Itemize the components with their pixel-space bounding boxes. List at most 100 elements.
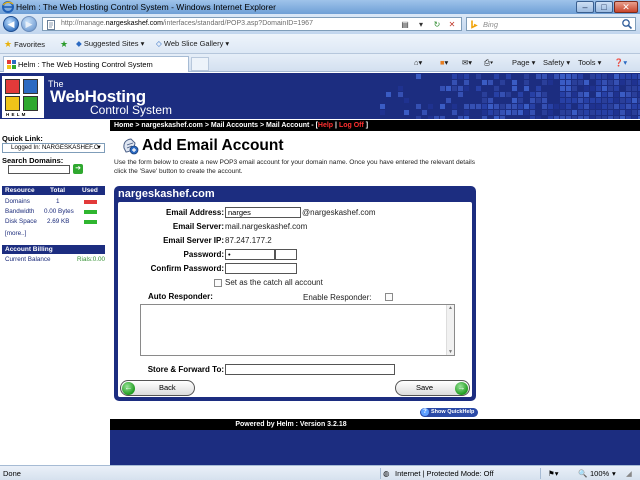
mosaic-tile [632,110,637,115]
more-link[interactable]: [more..] [5,230,26,237]
mosaic-tile [566,104,571,109]
mosaic-tile [494,92,499,97]
email-address-label: Email Address: [166,208,224,217]
mosaic-tile [494,104,499,109]
zoom-level[interactable]: 100% [590,469,609,478]
mosaic-tile [572,80,577,85]
show-quickhelp-button[interactable]: ? Show QuickHelp [420,408,479,417]
url-text: http://manage.nargeskashef.com/interface… [61,20,313,27]
form-body: Email Address: narges @nargeskashef.com … [118,202,472,397]
password-label: Password: [183,250,224,259]
resource-row-bandwidth: Bandwidth 0.00 Bytes [2,207,105,217]
search-go-button[interactable]: ➜ [73,164,83,174]
back-button[interactable]: ← Back [120,380,195,396]
mosaic-tile [422,110,427,115]
mosaic-tile [488,98,493,103]
minimize-button[interactable]: – [576,1,594,13]
ie-logo-icon [2,1,14,13]
mosaic-tile [548,74,553,79]
search-domains-label: Search Domains: [2,156,64,165]
textarea-scrollbar[interactable]: ▲ ▼ [446,305,454,355]
resource-row-domains: Domains 1 [2,197,105,207]
mosaic-tile [566,92,571,97]
search-box[interactable]: Bing [466,17,636,31]
compatibility-view-icon[interactable]: ▤ [399,19,411,30]
resize-grip-icon[interactable]: ◢ [626,469,632,478]
mosaic-tile [566,86,571,91]
logoff-link[interactable]: Log Off [339,122,364,129]
mosaic-tile [536,98,541,103]
mosaic-tile [488,80,493,85]
address-toolbar: ◀ ▶ http://manage.nargeskashef.com/inter… [0,14,640,34]
mosaic-tile [464,86,469,91]
mosaic-tile [608,110,613,115]
search-icon[interactable] [621,18,633,30]
help-link[interactable]: Help [318,122,333,129]
mosaic-tile [620,110,625,115]
account-billing-header: Account Billing [2,245,105,254]
page-menu[interactable]: Page ▾ [512,58,535,67]
back-nav-button[interactable]: ◀ [3,16,19,32]
tab-favicon-icon [7,60,16,69]
print-icon[interactable]: ⎙▾ [484,58,493,68]
suggested-sites-link[interactable]: ◆ Suggested Sites ▾ [76,39,144,48]
tools-menu[interactable]: Tools ▾ [578,58,601,67]
protected-mode-icon[interactable]: ⚑▾ [548,469,559,478]
quick-link-select[interactable]: Logged In: NARGESKASHEF.C ▼ [2,143,105,153]
mosaic-tile [512,110,517,115]
forward-nav-button[interactable]: ▶ [21,16,37,32]
confirm-password-input[interactable] [225,263,297,274]
auto-responder-textarea[interactable]: ▲ ▼ [140,304,455,356]
stop-icon[interactable]: ✕ [446,19,458,30]
mosaic-tile [614,98,619,103]
scroll-up-icon[interactable]: ▲ [448,305,453,311]
mosaic-tile [398,86,403,91]
scroll-down-icon[interactable]: ▼ [448,349,453,355]
tab-helm[interactable]: Helm : The Web Hosting Control System [3,56,189,72]
mosaic-tile [572,92,577,97]
safety-menu[interactable]: Safety ▾ [543,58,570,67]
favorites-button[interactable]: ★ Favorites [4,39,45,50]
refresh-icon[interactable]: ↻ [431,19,443,30]
mosaic-tile [530,110,535,115]
mosaic-tile [452,74,457,79]
mosaic-tile [542,80,547,85]
mosaic-tile [482,92,487,97]
dropdown-arrow-icon[interactable]: ▾ [415,19,427,30]
read-mail-icon[interactable]: ✉▾ [462,58,472,67]
mosaic-tile [524,80,529,85]
mosaic-tile [584,104,589,109]
mosaic-tile [572,86,577,91]
zoom-dropdown-icon[interactable]: ▾ [612,469,616,478]
intro-text: Use the form below to create a new POP3 … [114,159,476,175]
address-bar[interactable]: http://manage.nargeskashef.com/interface… [42,17,462,31]
banner-mosaic [380,74,640,119]
mosaic-tile [626,110,631,115]
maximize-button[interactable]: □ [595,1,613,13]
store-forward-input[interactable] [225,364,395,375]
close-window-button[interactable]: ✕ [614,1,638,13]
mosaic-tile [560,74,565,79]
resource-row-disk-space: Disk Space 2.69 KB [2,217,105,227]
confirm-password-label: Confirm Password: [150,264,224,273]
search-domains-input[interactable] [8,165,70,174]
enable-responder-checkbox[interactable] [385,293,393,301]
mosaic-tile [602,98,607,103]
web-slice-gallery-link[interactable]: ◇ Web Slice Gallery ▾ [156,39,229,48]
password-input[interactable]: • [225,249,275,260]
save-button[interactable]: Save → [395,380,470,396]
mosaic-tile [614,110,619,115]
mosaic-tile [452,86,457,91]
mosaic-tile [476,86,481,91]
help-icon[interactable]: ❓▾ [614,58,627,67]
usage-bar [84,220,97,224]
mosaic-tile [452,104,457,109]
add-favorite-icon[interactable]: ★ [60,39,68,50]
mosaic-tile [524,104,529,109]
catch-all-checkbox[interactable] [214,279,222,287]
home-icon[interactable]: ⌂▾ [414,58,422,67]
new-tab-button[interactable] [191,57,209,71]
mosaic-tile [626,92,631,97]
feeds-icon[interactable]: ■▾ [440,58,448,67]
email-address-input[interactable]: narges [225,207,301,218]
